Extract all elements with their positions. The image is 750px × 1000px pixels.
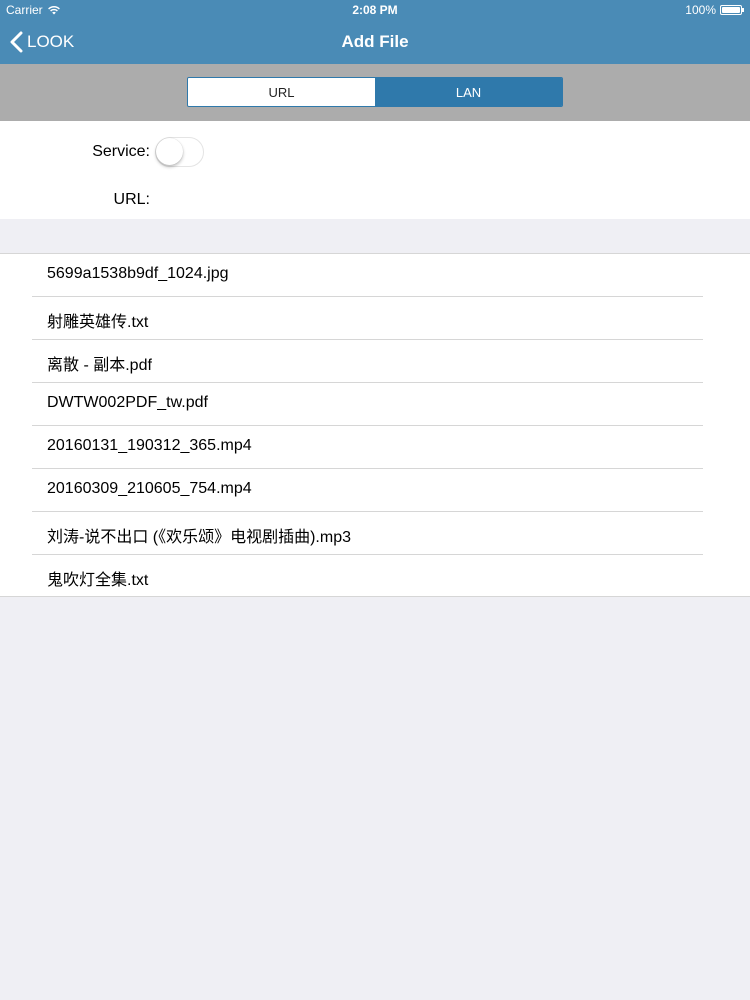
file-name: 20160309_210605_754.mp4 [47,480,252,497]
status-bar: Carrier 2:08 PM 100% [0,0,750,20]
file-name: 射雕英雄传.txt [47,314,149,331]
segment-url[interactable]: URL [188,78,375,106]
file-list-item[interactable]: 20160131_190312_365.mp4 [0,426,750,469]
battery-percent: 100% [685,3,716,17]
service-form: Service: URL: [0,121,750,219]
file-list-item[interactable]: 离散 - 副本.pdf [0,340,750,383]
source-segmented-control: URL LAN [187,77,563,107]
file-list-item[interactable]: 5699a1538b9df_1024.jpg [0,254,750,297]
header: Carrier 2:08 PM 100% LOOK Add File [0,0,750,64]
status-time: 2:08 PM [352,3,398,17]
service-toggle-knob [156,138,183,165]
page-title: Add File [341,32,409,51]
file-list: 5699a1538b9df_1024.jpg 射雕英雄传.txt 离散 - 副本… [0,253,750,597]
file-name: 5699a1538b9df_1024.jpg [47,265,229,282]
service-toggle[interactable] [155,137,204,167]
file-name: 鬼吹灯全集.txt [47,572,149,589]
file-list-item[interactable]: 刘涛-说不出口 (《欢乐颂》电视剧插曲).mp3 [0,512,750,555]
service-label: Service: [92,143,150,160]
battery-icon [720,5,744,15]
nav-bar: LOOK Add File [0,20,750,64]
file-list-item[interactable]: DWTW002PDF_tw.pdf [0,383,750,426]
url-label: URL: [113,191,150,208]
file-list-item[interactable]: 鬼吹灯全集.txt [0,555,750,598]
segment-lan[interactable]: LAN [375,78,562,106]
file-name: 离散 - 副本.pdf [47,357,152,374]
file-list-item[interactable]: 射雕英雄传.txt [0,297,750,340]
file-name: 20160131_190312_365.mp4 [47,437,252,454]
status-battery-group: 100% [685,3,744,17]
segment-bar: URL LAN [0,64,750,121]
file-list-item[interactable]: 20160309_210605_754.mp4 [0,469,750,512]
file-name: DWTW002PDF_tw.pdf [47,394,208,411]
file-name: 刘涛-说不出口 (《欢乐颂》电视剧插曲).mp3 [47,529,352,546]
